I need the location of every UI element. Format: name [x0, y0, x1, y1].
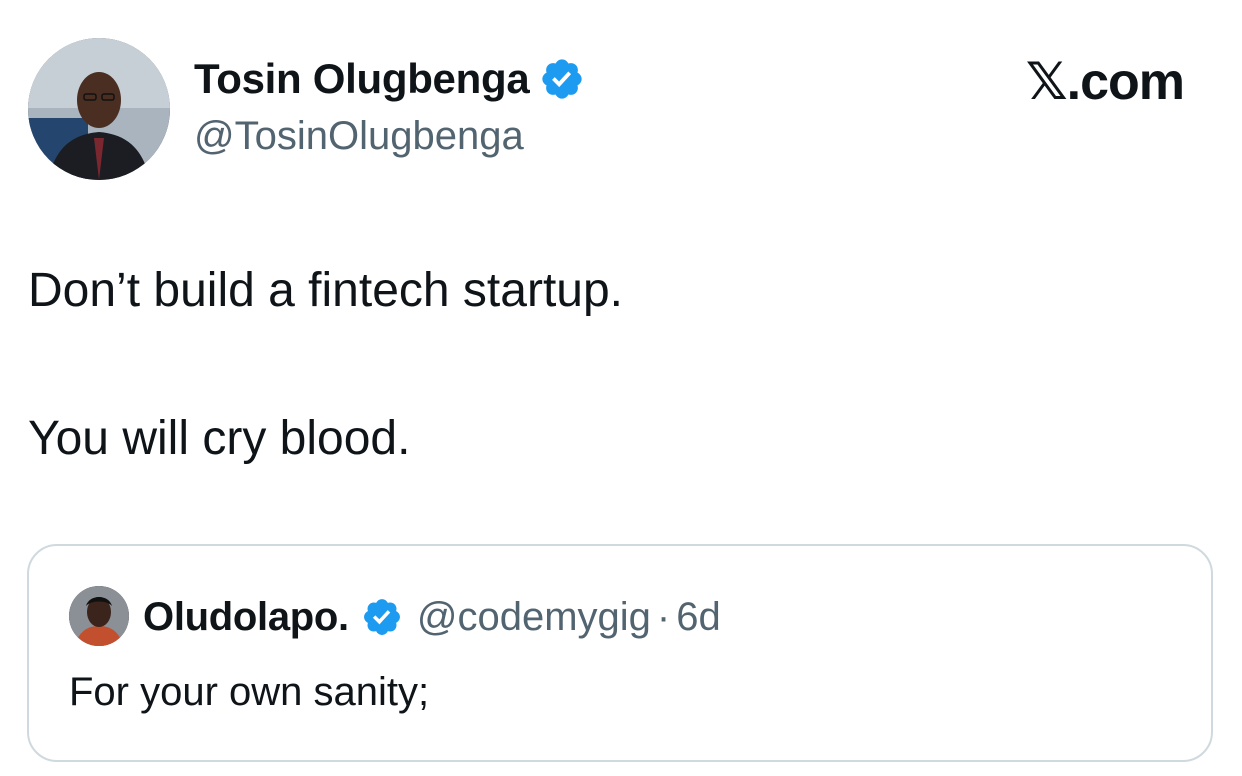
author-name-row: Tosin Olugbenga [194, 54, 585, 104]
quoted-tweet-card[interactable]: Oludolapo. @codemygig · 6d For your own … [27, 544, 1213, 762]
quoted-tweet-timestamp[interactable]: 6d [676, 595, 721, 640]
quoted-author-avatar[interactable] [69, 586, 129, 646]
tweet-text-line-2: You will cry blood. [28, 412, 411, 465]
x-logo-brand: 𝕏.com [1025, 53, 1185, 111]
author-display-name[interactable]: Tosin Olugbenga [194, 55, 530, 103]
meta-separator: · [656, 594, 671, 639]
quoted-author-name[interactable]: Oludolapo. [143, 595, 349, 640]
author-handle[interactable]: @TosinOlugbenga [194, 114, 524, 159]
quoted-tweet-header: Oludolapo. @codemygig · 6d [143, 592, 721, 642]
verified-badge-icon [361, 596, 403, 638]
verified-badge-icon [539, 56, 585, 102]
quoted-author-handle[interactable]: @codemygig [417, 595, 651, 640]
tweet-text-line-1: Don’t build a fintech startup. [28, 264, 624, 317]
quoted-tweet-text: For your own sanity; [69, 670, 430, 714]
author-avatar[interactable] [28, 38, 170, 180]
quoted-author-avatar-image [69, 586, 129, 646]
author-avatar-image [28, 38, 170, 180]
